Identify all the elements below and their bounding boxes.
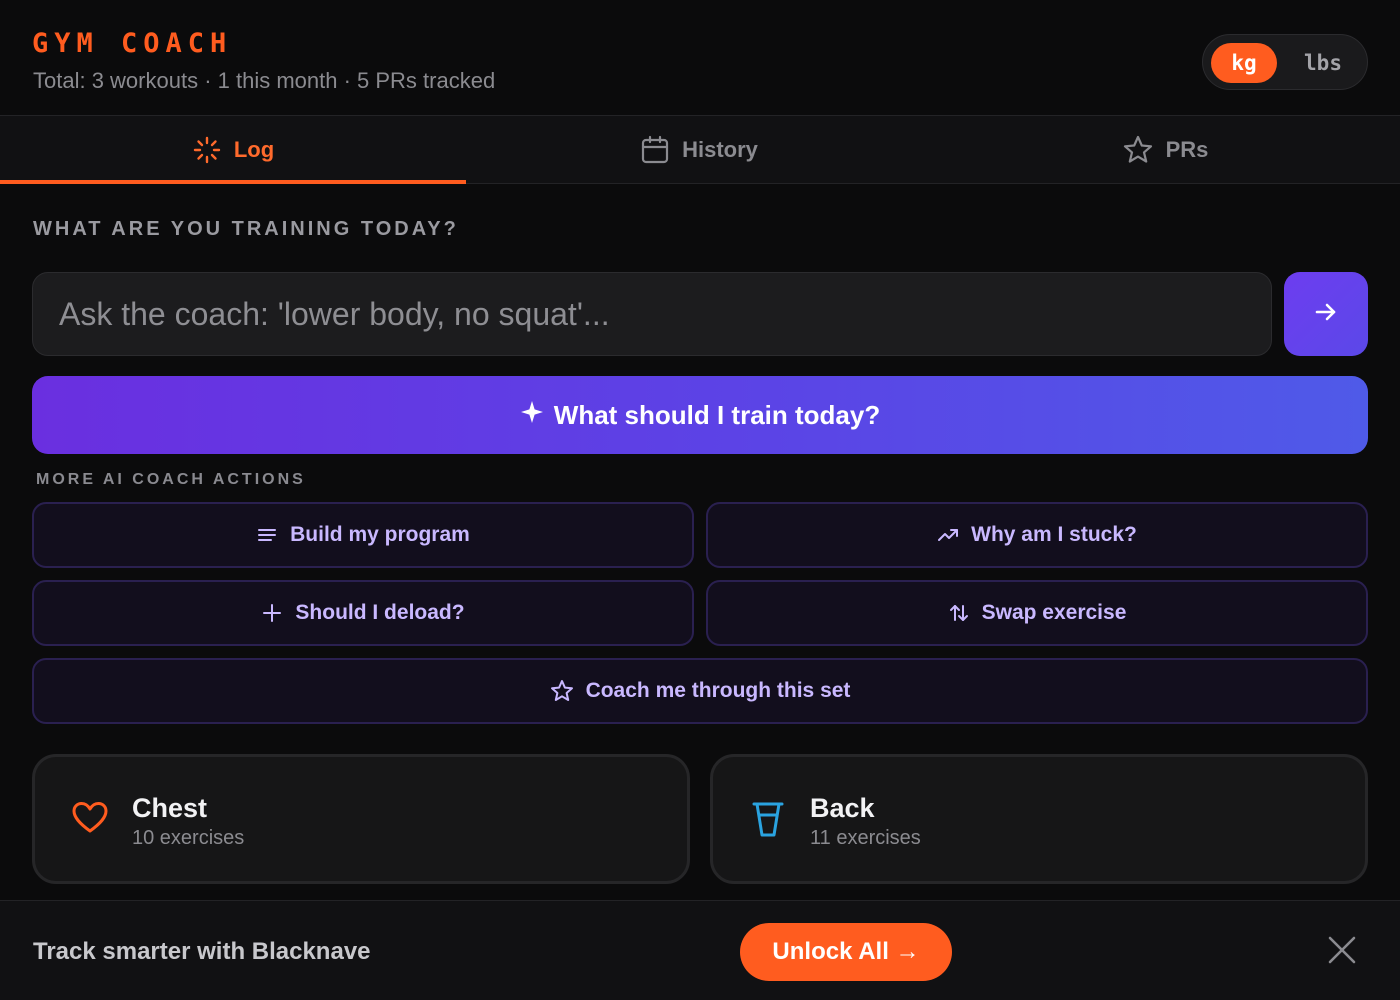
sparkle-icon (520, 400, 544, 431)
muscle-card-back[interactable]: Back 11 exercises (710, 754, 1368, 884)
app: GYM COACH Total: 3 workouts · 1 this mon… (0, 0, 1400, 1000)
swap-exercise-button[interactable]: Swap exercise (706, 580, 1368, 646)
what-to-train-button[interactable]: What should I train today? (32, 376, 1368, 454)
plus-icon (261, 602, 283, 624)
unlock-all-button[interactable]: Unlock All → (740, 923, 952, 981)
deload-button[interactable]: Should I deload? (32, 580, 694, 646)
deload-label: Should I deload? (295, 601, 465, 624)
heart-icon (71, 801, 109, 840)
training-heading: WHAT ARE YOU TRAINING TODAY? (33, 218, 459, 240)
stats-summary: Total: 3 workouts · 1 this month · 5 PRs… (33, 68, 496, 93)
muscle-name: Chest (132, 793, 208, 823)
promo-bar: Track smarter with Blacknave Unlock All … (0, 900, 1400, 1000)
build-program-label: Build my program (290, 523, 470, 546)
trend-icon (937, 524, 959, 546)
swap-exercise-label: Swap exercise (981, 601, 1127, 624)
coach-set-button[interactable]: Coach me through this set (32, 658, 1368, 724)
why-stuck-button[interactable]: Why am I stuck? (706, 502, 1368, 568)
ask-coach-input[interactable] (32, 272, 1272, 356)
star-icon (1122, 134, 1154, 166)
promo-text: Track smarter with Blacknave (33, 938, 371, 965)
swap-arrows-icon (948, 602, 970, 624)
tab-history[interactable]: History (466, 116, 932, 183)
what-to-train-label: What should I train today? (553, 399, 881, 430)
tab-bar: Log History PRs (0, 115, 1400, 184)
close-icon[interactable] (1326, 934, 1358, 966)
unit-toggle: kg lbs (1202, 34, 1368, 90)
header: GYM COACH Total: 3 workouts · 1 this mon… (0, 0, 1400, 115)
send-button[interactable] (1284, 272, 1368, 356)
unit-lbs-button[interactable]: lbs (1285, 43, 1361, 83)
tab-history-label: History (682, 136, 758, 162)
why-stuck-label: Why am I stuck? (971, 523, 1137, 546)
build-program-button[interactable]: Build my program (32, 502, 694, 568)
tab-log[interactable]: Log (0, 116, 466, 184)
exercise-count: 11 exercises (810, 827, 921, 849)
arrow-right-icon (1312, 298, 1340, 331)
tab-log-label: Log (233, 136, 275, 162)
muscle-card-chest[interactable]: Chest 10 exercises (32, 754, 690, 884)
app-title: GYM COACH (32, 28, 233, 59)
calendar-icon (640, 135, 670, 165)
loader-icon (192, 135, 222, 165)
unit-kg-button[interactable]: kg (1211, 43, 1277, 83)
muscle-name: Back (810, 793, 875, 823)
back-icon (751, 799, 785, 844)
tab-prs[interactable]: PRs (932, 116, 1398, 183)
exercise-count: 10 exercises (132, 827, 245, 849)
lines-icon (256, 524, 278, 546)
tab-prs-label: PRs (1165, 136, 1209, 162)
star-icon (550, 679, 574, 703)
more-actions-heading: MORE AI COACH ACTIONS (36, 471, 306, 488)
coach-set-label: Coach me through this set (585, 679, 851, 702)
